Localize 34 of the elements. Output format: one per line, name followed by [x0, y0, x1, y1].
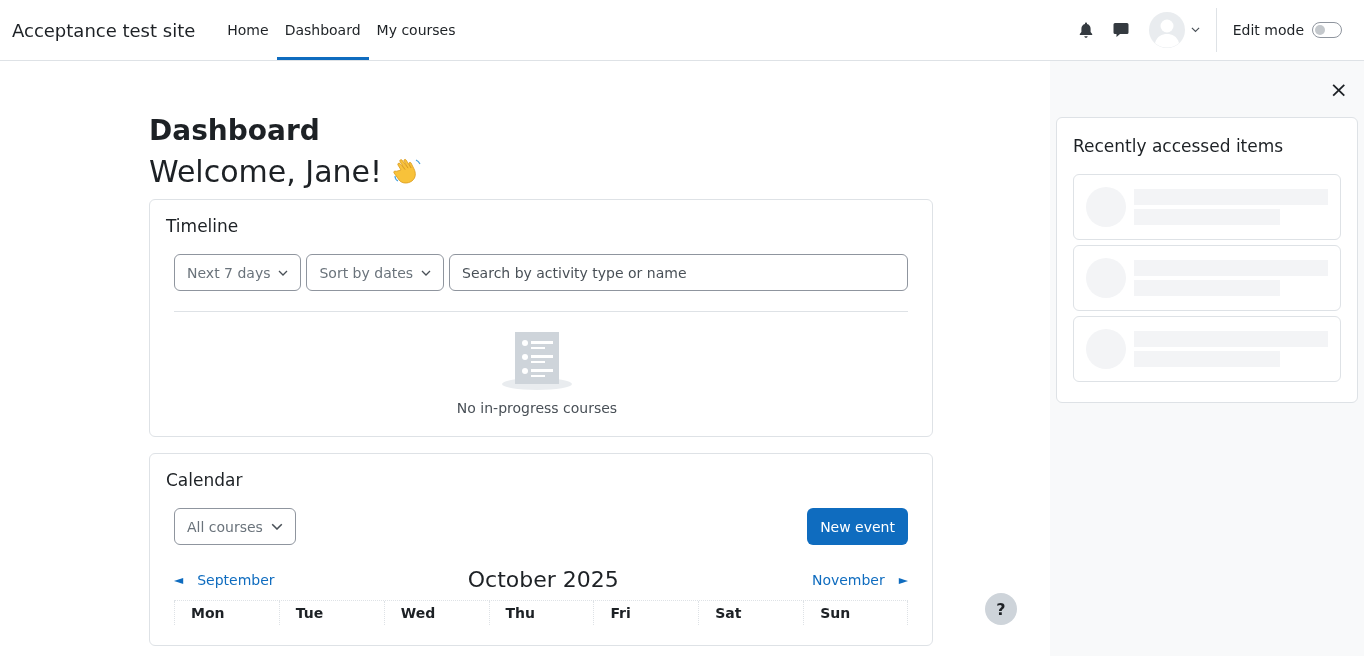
weekday-header: Tue: [278, 601, 384, 625]
filter-dropdown[interactable]: Sort by dates: [306, 254, 445, 291]
edit-mode-label: Edit mode: [1232, 22, 1304, 38]
chevron-down-icon: [1190, 27, 1200, 33]
chevron-down-icon: [278, 269, 289, 276]
close-button[interactable]: ×: [1319, 77, 1358, 103]
edit-mode-switch[interactable]: [1312, 22, 1342, 38]
page-title: Dashboard: [149, 113, 321, 149]
empty-list-icon: [502, 332, 572, 390]
weekday-header: Sat: [698, 601, 804, 625]
welcome-heading: Welcome, Jane!: [149, 153, 383, 191]
weekday-header: Mon: [174, 601, 279, 625]
weekday-header: Thu: [488, 601, 594, 625]
site-name[interactable]: Acceptance test site: [12, 0, 196, 60]
filter-dropdown[interactable]: Next 7 days: [174, 254, 302, 291]
weekday-header: Fri: [593, 601, 699, 625]
recent-items-title: Recently accessed items: [1073, 135, 1285, 158]
timeline-title: Timeline: [166, 215, 240, 238]
weekday-header: Sun: [803, 601, 908, 625]
nav-link[interactable]: My courses: [368, 0, 464, 60]
new-event-button[interactable]: New event: [807, 508, 908, 545]
next-month-link[interactable]: November ►: [811, 571, 908, 588]
previous-month-link[interactable]: ◄ September: [174, 571, 275, 588]
nav-link[interactable]: Home: [219, 0, 277, 60]
help-button[interactable]: ?: [985, 593, 1017, 625]
empty-message: No in-progress courses: [456, 400, 618, 416]
chevron-down-icon: [270, 522, 283, 531]
calendar-title: Calendar: [166, 469, 244, 492]
nav-link[interactable]: Dashboard: [276, 0, 369, 60]
course-dropdown[interactable]: All courses: [174, 508, 296, 545]
weekday-header: Wed: [383, 601, 489, 625]
chevron-down-icon: [421, 269, 432, 276]
month-title: October 2025: [467, 567, 619, 592]
search-field[interactable]: Search by activity type or name: [449, 254, 908, 291]
